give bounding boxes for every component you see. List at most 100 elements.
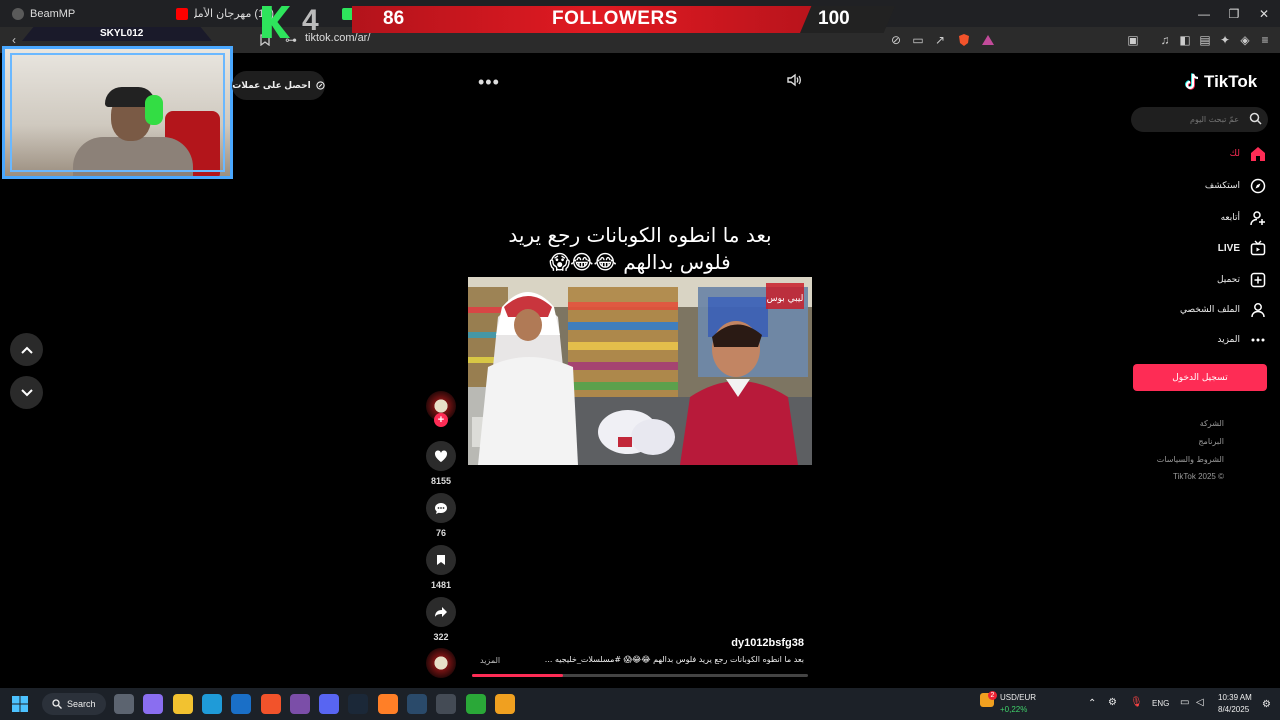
discord-app-icon[interactable] [319,694,340,714]
video-player[interactable]: ليبي بوس [468,277,812,465]
steam-2-app-icon[interactable] [407,694,427,714]
arch-app-icon[interactable] [377,694,398,714]
music-icon[interactable]: ♫ [1156,31,1174,49]
brave-app-icon[interactable] [260,694,281,714]
get-coins-button[interactable]: احصل على عملات [232,71,325,100]
file-explorer-app-icon[interactable] [172,694,193,714]
sidebar-item-profile[interactable]: الملف الشخصي [1180,300,1266,320]
video-options-icon[interactable]: ••• [478,72,500,93]
description-more-link[interactable]: المزيد [480,656,500,665]
previous-video-button[interactable] [10,333,43,366]
brave-shield-icon[interactable] [955,31,973,49]
caption-line-1: بعد ما انطوه الكوبانات رجع يريد [508,223,772,247]
tray-network-status-icon[interactable]: ⚙ [1108,697,1117,708]
wallet-icon[interactable]: ▤ [1196,31,1214,49]
bookmark-save-icon[interactable] [426,545,456,575]
sidebar-item-live[interactable]: LIVE [1218,238,1266,258]
sidebar-panel-icon[interactable]: ▣ [1124,31,1142,49]
minimize-button[interactable]: — [1187,0,1221,27]
next-video-button[interactable] [10,376,43,409]
search-icon[interactable] [1249,112,1262,125]
pen-app-icon[interactable] [494,694,515,714]
footer-company-link[interactable]: الشركة [1200,419,1224,428]
tab-beammp[interactable]: BeamMP [4,0,83,27]
vpn-icon[interactable]: ◈ [1236,31,1254,49]
share-arrow-icon[interactable] [426,597,456,627]
task-view-app-icon[interactable] [114,694,134,714]
wifi-icon[interactable]: ▭ [1180,697,1189,708]
windows-start-icon[interactable] [12,696,28,717]
followers-current: 86 [383,8,405,29]
search-box[interactable] [1131,107,1268,132]
tor-app-icon[interactable] [289,694,310,714]
sidebar-item-label: أتابعه [1220,213,1240,223]
copilot-app-icon[interactable] [143,694,164,714]
footer-program-link[interactable]: البرنامج [1198,437,1224,446]
following-icon [1250,211,1265,226]
microphone-icon[interactable]: 🎙 [1130,697,1143,708]
sidebar-item-label: LIVE [1217,242,1240,254]
comment-icon[interactable] [426,493,456,523]
notification-icon[interactable]: ⚙ [1262,699,1271,710]
video-author[interactable]: dy1012bsfg38 [700,637,804,649]
taskbar-search-button[interactable]: Search [42,693,106,715]
home-icon [1251,147,1265,161]
music-disc-icon [426,648,456,678]
steam-app-icon[interactable] [348,694,369,714]
music-disc-button[interactable] [426,648,456,678]
tray-overflow-icon[interactable]: ⌃ [1088,698,1096,709]
sidebar-item-upload[interactable]: تحميل [1217,270,1266,290]
sidebar-item-following[interactable]: أتابعه [1221,208,1266,228]
volume-tray-icon[interactable]: ◁ [1196,697,1204,708]
compass-icon [1250,178,1266,194]
no-translate-icon[interactable]: ⊘ [887,31,905,49]
save-action[interactable]: 1481 [426,545,456,590]
kick-count: 4 [302,4,319,37]
edge-app-icon[interactable] [201,694,222,714]
menu-icon[interactable]: ≡ [1256,31,1274,49]
tab-title: BeamMP [30,7,76,20]
video-progress-bar[interactable] [472,674,808,677]
xbox-app-icon[interactable] [465,694,486,714]
taskbar-search-label: Search [67,699,96,709]
outlook-app-icon[interactable] [231,694,252,714]
comment-action[interactable]: 76 [426,493,456,538]
taskbar-search-icon [52,699,62,709]
sidebar-item-for-you[interactable]: لك [1230,144,1266,164]
footer-terms-link[interactable]: الشروط والسياسات [1157,455,1224,464]
sidebar-item-more[interactable]: المزيد [1217,330,1266,350]
like-count: 8155 [430,476,452,486]
volume-icon[interactable] [786,72,806,90]
video-progress-fill [472,674,563,677]
beammp-favicon-icon [12,7,24,20]
video-watermark: ليبي بوس [767,294,804,304]
tiktok-logo[interactable]: TikTok [1184,72,1257,92]
obs-app-icon[interactable] [436,694,457,714]
login-button[interactable]: تسجيل الدخول [1133,364,1267,391]
sidebar-toggle-icon[interactable]: ◧ [1176,31,1194,49]
clock-date[interactable]: 8/4/2025 [1218,705,1249,714]
webcam-feed [2,46,233,179]
video-frame-scene: ليبي بوس [468,277,812,465]
language-indicator[interactable]: ENG [1152,699,1169,708]
leo-ai-icon[interactable]: ✦ [1216,31,1234,49]
brave-rewards-icon[interactable] [979,31,997,49]
heart-icon[interactable] [426,441,456,471]
save-count: 1481 [430,580,452,590]
windows-taskbar: Search 2 USD/EUR +0,22% ⌃ ⚙ 🎙 ENG ▭ ◁ 10… [0,688,1280,720]
sidebar-item-explore[interactable]: استكشف [1205,176,1266,196]
close-window-button[interactable]: ✕ [1247,0,1280,27]
like-action[interactable]: 8155 [426,441,456,486]
clock-time[interactable]: 10:39 AM [1218,693,1252,702]
sidebar-item-label: الملف الشخصي [1180,305,1240,315]
share-action[interactable]: 322 [426,597,456,642]
share-icon[interactable]: ↗ [931,31,949,49]
author-avatar-button[interactable]: + [426,391,456,431]
currency-pair[interactable]: USD/EUR [1000,693,1036,702]
search-input[interactable] [1139,111,1239,128]
comment-count: 76 [435,528,446,538]
tiktok-wordmark: TikTok [1204,72,1258,91]
follow-plus-icon[interactable]: + [434,413,448,427]
cast-icon[interactable]: ▭ [909,31,927,49]
maximize-button[interactable]: ❐ [1217,0,1251,27]
